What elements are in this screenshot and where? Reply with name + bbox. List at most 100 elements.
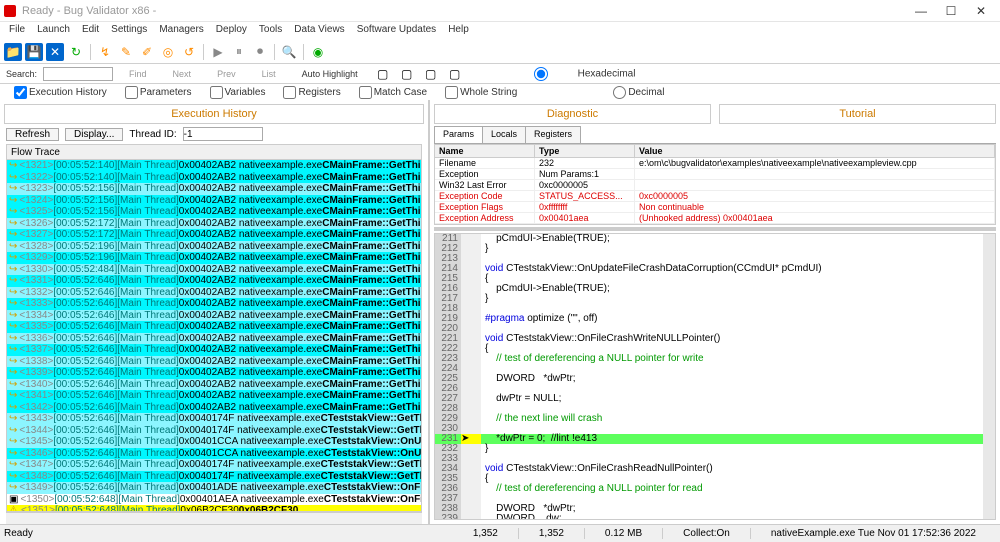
flow-row[interactable]: ↪<1340> [00:05:52:646] [Main Thread] 0x0… (7, 379, 421, 391)
hl-icon-3[interactable]: ▢ (422, 65, 440, 83)
prop-row[interactable]: Exception Address0x00401aea(Unhooked add… (435, 213, 995, 224)
flow-row[interactable]: ↪<1335> [00:05:52:646] [Main Thread] 0x0… (7, 321, 421, 333)
menu-dataviews[interactable]: Data Views (289, 24, 349, 38)
target-icon[interactable]: ◎ (159, 43, 177, 61)
wand-icon[interactable]: ✎ (117, 43, 135, 61)
maximize-button[interactable]: ☐ (936, 2, 966, 20)
prev-button[interactable]: Prev (207, 69, 246, 79)
flow-row[interactable]: ↪<1347> [00:05:52:646] [Main Thread] 0x0… (7, 459, 421, 471)
flow-row[interactable]: ↪<1336> [00:05:52:646] [Main Thread] 0x0… (7, 333, 421, 345)
flow-row[interactable]: ↪<1334> [00:05:52:646] [Main Thread] 0x0… (7, 310, 421, 322)
prop-row[interactable]: Exception Flags0xffffffffNon continuable (435, 202, 995, 213)
v-scrollbar[interactable] (983, 234, 995, 519)
close-button[interactable]: ✕ (966, 2, 996, 20)
opt-exec-hist[interactable]: Execution History (14, 86, 107, 99)
prop-row[interactable]: Exception CodeSTATUS_ACCESS...0xc0000005 (435, 191, 995, 202)
flow-row[interactable]: ↪<1349> [00:05:52:646] [Main Thread] 0x0… (7, 482, 421, 494)
flow-row[interactable]: ↪<1324> [00:05:52:156] [Main Thread] 0x0… (7, 195, 421, 207)
flow-row[interactable]: ↪<1343> [00:05:52:646] [Main Thread] 0x0… (7, 413, 421, 425)
flow-row[interactable]: ↪<1338> [00:05:52:646] [Main Thread] 0x0… (7, 356, 421, 368)
export-icon[interactable]: ↺ (180, 43, 198, 61)
flow-row[interactable]: ↪<1339> [00:05:52:646] [Main Thread] 0x0… (7, 367, 421, 379)
menu-tools[interactable]: Tools (254, 24, 287, 38)
flow-row[interactable]: ▣<1350> [00:05:52:648] [Main Thread] 0x0… (7, 494, 421, 506)
tab-diagnostic[interactable]: Diagnostic (434, 104, 711, 124)
save-icon[interactable]: 💾 (25, 43, 43, 61)
status-collect: Collect:On (663, 528, 751, 539)
flow-row[interactable]: ↪<1345> [00:05:52:646] [Main Thread] 0x0… (7, 436, 421, 448)
flow-row[interactable]: ↪<1326> [00:05:52:172] [Main Thread] 0x0… (7, 218, 421, 230)
tab-params[interactable]: Params (434, 126, 483, 143)
go-icon[interactable]: ◉ (309, 43, 327, 61)
pause-icon[interactable]: ⏸ (230, 43, 248, 61)
flow-row[interactable]: ↪<1333> [00:05:52:646] [Main Thread] 0x0… (7, 298, 421, 310)
status-count2: 1,352 (519, 528, 585, 539)
flow-row[interactable]: ↪<1327> [00:05:52:172] [Main Thread] 0x0… (7, 229, 421, 241)
menu-settings[interactable]: Settings (106, 24, 152, 38)
menu-launch[interactable]: Launch (32, 24, 75, 38)
code-line: 221void CTeststakView::OnFileCrashWriteN… (435, 334, 995, 344)
hl-icon-1[interactable]: ▢ (374, 65, 392, 83)
code-view[interactable]: 211 pCmdUI->Enable(TRUE);212}213214void … (434, 233, 996, 520)
flow-row[interactable]: ↪<1337> [00:05:52:646] [Main Thread] 0x0… (7, 344, 421, 356)
flow-row[interactable]: ↪<1328> [00:05:52:196] [Main Thread] 0x0… (7, 241, 421, 253)
menu-updates[interactable]: Software Updates (352, 24, 442, 38)
flow-row[interactable]: ↪<1322> [00:05:52:140] [Main Thread] 0x0… (7, 172, 421, 184)
record-icon[interactable]: ⏺ (251, 43, 269, 61)
opt-whole[interactable]: Whole String (445, 86, 517, 99)
flow-row[interactable]: ↪<1344> [00:05:52:646] [Main Thread] 0x0… (7, 425, 421, 437)
play-icon[interactable]: ▶ (209, 43, 227, 61)
refresh-button[interactable]: Refresh (6, 128, 59, 141)
display-button[interactable]: Display... (65, 128, 123, 141)
opt-params[interactable]: Parameters (125, 86, 192, 99)
menu-file[interactable]: File (4, 24, 30, 38)
flow-row[interactable]: ↪<1331> [00:05:52:646] [Main Thread] 0x0… (7, 275, 421, 287)
find-button[interactable]: Find (119, 69, 157, 79)
status-count1: 1,352 (453, 528, 519, 539)
menu-managers[interactable]: Managers (154, 24, 208, 38)
search-input[interactable] (43, 67, 113, 81)
flow-row[interactable]: ↪<1348> [00:05:52:646] [Main Thread] 0x0… (7, 471, 421, 483)
menu-edit[interactable]: Edit (77, 24, 104, 38)
prop-row[interactable]: ExceptionNum Params:1 (435, 169, 995, 180)
app-icon (4, 5, 16, 17)
menu-help[interactable]: Help (443, 24, 474, 38)
list-button[interactable]: List (252, 69, 286, 79)
flow-row[interactable]: ⚠<1351> [00:05:52:648] [Main Thread] 0x0… (7, 505, 421, 512)
menu-deploy[interactable]: Deploy (211, 24, 252, 38)
thread-id-input[interactable] (183, 127, 263, 141)
flow-row[interactable]: ↪<1342> [00:05:52:646] [Main Thread] 0x0… (7, 402, 421, 414)
flow-row[interactable]: ↪<1325> [00:05:52:156] [Main Thread] 0x0… (7, 206, 421, 218)
opt-regs[interactable]: Registers (283, 86, 340, 99)
flow-row[interactable]: ↪<1330> [00:05:52:484] [Main Thread] 0x0… (7, 264, 421, 276)
hl-icon-4[interactable]: ▢ (446, 65, 464, 83)
rocket-icon[interactable]: ↯ (96, 43, 114, 61)
flow-row[interactable]: ↪<1332> [00:05:52:646] [Main Thread] 0x0… (7, 287, 421, 299)
opt-case[interactable]: Match Case (359, 86, 427, 99)
flow-row[interactable]: ↪<1341> [00:05:52:646] [Main Thread] 0x0… (7, 390, 421, 402)
tab-locals[interactable]: Locals (482, 126, 526, 143)
tab-registers[interactable]: Registers (525, 126, 581, 143)
radix-dec[interactable]: Decimal (613, 86, 664, 99)
flow-row[interactable]: ↪<1323> [00:05:52:156] [Main Thread] 0x0… (7, 183, 421, 195)
flow-row[interactable]: ↪<1321> [00:05:52:140] [Main Thread] 0x0… (7, 160, 421, 172)
opt-vars[interactable]: Variables (210, 86, 266, 99)
minimize-button[interactable]: — (906, 2, 936, 20)
flow-trace-list[interactable]: ↪<1321> [00:05:52:140] [Main Thread] 0x0… (6, 160, 422, 512)
code-line: 219#pragma optimize ("", off) (435, 314, 995, 324)
next-button[interactable]: Next (163, 69, 202, 79)
tab-exec-history[interactable]: Execution History (4, 104, 424, 124)
close-doc-icon[interactable]: ✕ (46, 43, 64, 61)
open-icon[interactable]: 📁 (4, 43, 22, 61)
hl-icon-2[interactable]: ▢ (398, 65, 416, 83)
tab-tutorial[interactable]: Tutorial (719, 104, 996, 124)
prop-row[interactable]: Win32 Last Error0xc0000005 (435, 180, 995, 191)
flow-row[interactable]: ↪<1346> [00:05:52:646] [Main Thread] 0x0… (7, 448, 421, 460)
prop-row[interactable]: Filename232e:\om\c\bugvalidator\examples… (435, 158, 995, 169)
zoom-icon[interactable]: 🔍 (280, 43, 298, 61)
flow-row[interactable]: ↪<1329> [00:05:52:196] [Main Thread] 0x0… (7, 252, 421, 264)
h-scrollbar[interactable] (6, 512, 422, 524)
refresh-icon[interactable]: ↻ (67, 43, 85, 61)
radix-hex[interactable]: Hexadecimal (506, 67, 636, 81)
pen-icon[interactable]: ✐ (138, 43, 156, 61)
